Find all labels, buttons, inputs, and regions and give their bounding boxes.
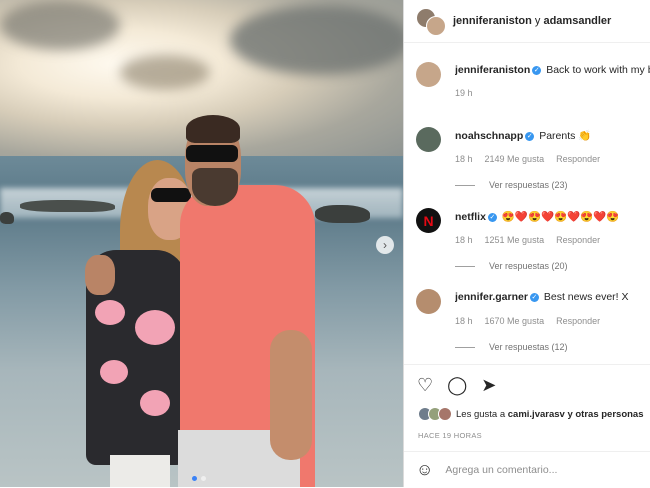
author-avatars[interactable]: [416, 8, 446, 36]
comment-body: Back to work with my b: [546, 64, 650, 76]
carousel-dots: [192, 476, 206, 481]
man-hand: [85, 255, 115, 295]
comment-username[interactable]: netflix: [455, 211, 486, 223]
man-beard: [192, 168, 238, 206]
comment-body: 😍❤️😍❤️😍❤️😍❤️😍: [501, 211, 620, 223]
comment-meta: 18 h 1670 Me gusta Responder: [455, 316, 600, 326]
man-sunglasses: [186, 145, 238, 162]
man-hair: [186, 115, 240, 143]
heart-icon[interactable]: ♡: [417, 375, 433, 395]
likes-summary: Les gusta a cami.jvarasv y otras persona…: [418, 407, 644, 421]
carousel-dot: [201, 476, 206, 481]
likes-others[interactable]: y otras personas: [567, 409, 643, 420]
view-replies-button[interactable]: Ver respuestas (23): [455, 180, 568, 190]
comment-username[interactable]: jenniferaniston: [455, 64, 530, 76]
view-replies-label: Ver respuestas (23): [489, 180, 568, 190]
dress-flower: [135, 310, 175, 345]
comment-text: jenniferaniston ✓ Back to work with my b: [455, 64, 650, 76]
comment-item: N netflix ✓ 😍❤️😍❤️😍❤️😍❤️😍 18 h 1251 Me gu…: [404, 200, 650, 281]
comment-likes[interactable]: 1670 Me gusta: [485, 316, 545, 326]
comment-time: 19 h: [455, 88, 473, 98]
post-photo: ›: [0, 0, 403, 487]
comment-text: netflix ✓ 😍❤️😍❤️😍❤️😍❤️😍: [455, 210, 650, 223]
view-replies-label: Ver respuestas (20): [489, 261, 568, 271]
comment-meta: 18 h 1251 Me gusta Responder: [455, 235, 600, 245]
action-icons: ♡ ◯ ➤: [404, 365, 650, 395]
dress-flower: [95, 300, 125, 325]
comment-icon[interactable]: ◯: [447, 375, 467, 395]
rock: [0, 212, 14, 224]
woman-sunglasses: [151, 188, 191, 202]
actions-bar: ♡ ◯ ➤ Les gusta a cami.jvarasv y otras p…: [404, 364, 650, 440]
dress-flower: [100, 360, 128, 384]
comment-likes[interactable]: 1251 Me gusta: [485, 235, 545, 245]
comment-time: 18 h: [455, 316, 473, 326]
share-icon[interactable]: ➤: [481, 375, 496, 395]
rock: [315, 205, 370, 223]
author-link[interactable]: jenniferaniston: [453, 15, 532, 27]
avatar[interactable]: [416, 62, 441, 87]
emoji-icon[interactable]: ☺: [416, 460, 433, 480]
verified-icon: ✓: [525, 131, 535, 141]
chevron-right-icon[interactable]: ›: [376, 236, 394, 254]
rock: [20, 200, 115, 212]
reply-button[interactable]: Responder: [556, 154, 600, 164]
view-replies-label: Ver respuestas (12): [489, 342, 568, 352]
comment-username[interactable]: jennifer.garner: [455, 291, 528, 303]
netflix-logo-icon[interactable]: N: [416, 208, 441, 233]
author-connector: y: [534, 15, 541, 27]
comment-text: jennifer.garner ✓ Best news ever! X: [455, 291, 650, 303]
likes-prefix: Les gusta a: [456, 408, 506, 420]
carousel-dot-active: [192, 476, 197, 481]
comment-time: 18 h: [455, 154, 473, 164]
post-panel: jenniferaniston y adamsandler jenniferan…: [403, 0, 650, 487]
verified-icon: ✓: [487, 212, 497, 222]
reply-button[interactable]: Responder: [556, 235, 600, 245]
author-link[interactable]: adamsandler: [543, 15, 611, 27]
woman-shorts: [110, 455, 170, 487]
dress-flower: [140, 390, 170, 416]
comment-item: noahschnapp ✓ Parents 👏 18 h 2149 Me gust…: [404, 119, 650, 200]
post-header: jenniferaniston y adamsandler: [404, 0, 650, 43]
cloud: [230, 5, 403, 75]
comment-item: jennifer.garner ✓ Best news ever! X 18 h …: [404, 281, 650, 362]
cloud: [120, 55, 210, 90]
comment-body: Parents 👏: [539, 130, 592, 142]
reply-button[interactable]: Responder: [556, 316, 600, 326]
comments-list: jenniferaniston ✓ Back to work with my b …: [404, 54, 650, 362]
comment-time: 18 h: [455, 235, 473, 245]
comment-input[interactable]: Agrega un comentario...: [445, 464, 557, 476]
likes-user[interactable]: cami.jvarasv: [508, 409, 565, 420]
comment-body: Best news ever! X: [543, 291, 629, 303]
avatar[interactable]: [416, 127, 441, 152]
comment-item: jenniferaniston ✓ Back to work with my b …: [404, 54, 650, 119]
avatar[interactable]: [416, 289, 441, 314]
add-comment-bar: ☺ Agrega un comentario...: [404, 451, 650, 488]
avatar: [438, 407, 452, 421]
post-authors: jenniferaniston y adamsandler: [453, 15, 611, 27]
verified-icon: ✓: [532, 65, 542, 75]
comment-username[interactable]: noahschnapp: [455, 130, 523, 142]
post-timestamp: HACE 19 HORAS: [418, 431, 482, 440]
likes-text[interactable]: Les gusta a cami.jvarasv y otras persona…: [456, 409, 644, 420]
avatar: [426, 16, 446, 36]
man-arm: [270, 330, 312, 460]
cloud: [0, 0, 120, 50]
comment-meta: 18 h 2149 Me gusta Responder: [455, 154, 600, 164]
comment-text: noahschnapp ✓ Parents 👏: [455, 129, 650, 142]
comment-likes[interactable]: 2149 Me gusta: [485, 154, 545, 164]
view-replies-button[interactable]: Ver respuestas (12): [455, 342, 568, 352]
verified-icon: ✓: [529, 292, 539, 302]
view-replies-button[interactable]: Ver respuestas (20): [455, 261, 568, 271]
